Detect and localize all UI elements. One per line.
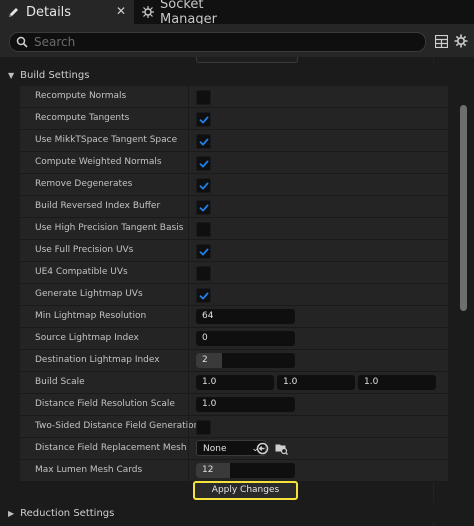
tab-bar: Details ✕ Socket Manager (0, 0, 474, 27)
checkmark-icon (199, 116, 208, 123)
row-label: Compute Weighted Normals (35, 157, 162, 167)
use-mikktspace-checkbox[interactable] (196, 134, 211, 149)
row-use-full-precision-uvs: Use Full Precision UVs (20, 240, 448, 262)
row-label: Recompute Normals (35, 91, 127, 101)
tab-socket-manager[interactable]: Socket Manager (134, 0, 264, 27)
checkmark-icon (199, 204, 208, 211)
two-sided-distance-field-checkbox[interactable] (196, 420, 211, 435)
previous-property-stub (196, 57, 298, 63)
row-label: Two-Sided Distance Field Generation (35, 421, 200, 431)
row-max-lumen-mesh-cards: Max Lumen Mesh Cards 12 (20, 460, 448, 482)
checkmark-icon (199, 248, 208, 255)
checkmark-icon (199, 182, 208, 189)
reduction-settings-title: Reduction Settings (20, 507, 115, 519)
build-settings-header[interactable]: ▼ Build Settings (0, 65, 454, 85)
compute-weighted-normals-checkbox[interactable] (196, 156, 211, 171)
checkmark-icon (199, 138, 208, 145)
row-remove-degenerates: Remove Degenerates (20, 174, 448, 196)
row-recompute-normals: Recompute Normals (20, 86, 448, 108)
row-distance-field-resolution-scale: Distance Field Resolution Scale 1.0 (20, 394, 448, 416)
row-destination-lightmap-index: Destination Lightmap Index 2 (20, 350, 448, 372)
socket-icon (142, 6, 154, 18)
build-scale-y-field[interactable]: 1.0 (277, 375, 355, 390)
gear-icon[interactable] (454, 34, 468, 48)
row-use-mikktspace: Use MikkTSpace Tangent Space (20, 130, 448, 152)
build-scale-x-field[interactable]: 1.0 (196, 375, 274, 390)
tab-socket-manager-label: Socket Manager (160, 0, 217, 27)
details-panel: ▼ Build Settings Recompute Normals Recom… (0, 57, 474, 526)
row-source-lightmap-index: Source Lightmap Index 0 (20, 328, 448, 350)
row-label: Max Lumen Mesh Cards (35, 465, 143, 475)
source-lightmap-index-field[interactable]: 0 (196, 331, 295, 346)
scrollbar-thumb[interactable] (460, 105, 467, 311)
use-full-precision-uvs-checkbox[interactable] (196, 244, 211, 259)
caret-down-icon: ▼ (8, 70, 15, 80)
remove-degenerates-checkbox[interactable] (196, 178, 211, 193)
row-label: Min Lightmap Resolution (35, 311, 147, 321)
row-label: Use High Precision Tangent Basis (35, 223, 184, 233)
search-input[interactable] (34, 35, 394, 49)
row-label: Remove Degenerates (35, 179, 133, 189)
build-reversed-index-buffer-checkbox[interactable] (196, 200, 211, 215)
tab-details-label: Details (26, 4, 72, 20)
row-label: UE4 Compatible UVs (35, 267, 128, 277)
field-fill-indicator (196, 353, 222, 368)
pencil-icon (8, 6, 20, 18)
reduction-settings-header[interactable]: ▶ Reduction Settings (0, 503, 454, 523)
row-min-lightmap-resolution: Min Lightmap Resolution 64 (20, 306, 448, 328)
row-label: Build Reversed Index Buffer (35, 201, 161, 211)
row-label: Source Lightmap Index (35, 333, 139, 343)
recompute-tangents-checkbox[interactable] (196, 112, 211, 127)
row-label: Generate Lightmap UVs (35, 289, 143, 299)
row-distance-field-replacement-mesh: Distance Field Replacement Mesh None ⌄ (20, 438, 448, 460)
generate-lightmap-uvs-checkbox[interactable] (196, 288, 211, 303)
row-build-reversed-index-buffer: Build Reversed Index Buffer (20, 196, 448, 218)
row-two-sided-distance-field: Two-Sided Distance Field Generation (20, 416, 448, 438)
table-icon[interactable] (434, 34, 448, 48)
row-compute-weighted-normals: Compute Weighted Normals (20, 152, 448, 174)
row-label: Use MikkTSpace Tangent Space (35, 135, 178, 145)
max-lumen-mesh-cards-field[interactable]: 12 (196, 463, 295, 478)
apply-changes-button[interactable]: Apply Changes (193, 481, 298, 500)
row-label: Destination Lightmap Index (35, 355, 160, 365)
row-generate-lightmap-uvs: Generate Lightmap UVs (20, 284, 448, 306)
checkmark-icon (199, 292, 208, 299)
arrow-left-circle-icon[interactable] (255, 441, 269, 455)
row-build-scale: Build Scale 1.0 1.0 1.0 (20, 372, 448, 394)
use-high-precision-tangent-checkbox[interactable] (196, 222, 211, 237)
details-toolbar (0, 24, 474, 57)
caret-right-icon: ▶ (8, 508, 15, 518)
min-lightmap-resolution-field[interactable]: 64 (196, 309, 295, 324)
close-icon[interactable]: ✕ (116, 4, 126, 18)
row-label: Recompute Tangents (35, 113, 130, 123)
ue4-compatible-uvs-checkbox[interactable] (196, 266, 211, 281)
distance-field-resolution-scale-field[interactable]: 1.0 (196, 397, 295, 412)
row-ue4-compatible-uvs: UE4 Compatible UVs (20, 262, 448, 284)
search-icon (16, 36, 28, 48)
folder-search-icon[interactable] (274, 441, 288, 455)
destination-lightmap-index-field[interactable]: 2 (196, 353, 295, 368)
row-label: Use Full Precision UVs (35, 245, 134, 255)
build-scale-z-field[interactable]: 1.0 (358, 375, 436, 390)
row-use-high-precision-tangent: Use High Precision Tangent Basis (20, 218, 448, 240)
row-label: Distance Field Replacement Mesh (35, 443, 187, 453)
search-box[interactable] (9, 32, 426, 52)
tab-details[interactable]: Details ✕ (0, 0, 134, 24)
row-label: Distance Field Resolution Scale (35, 399, 175, 409)
recompute-normals-checkbox[interactable] (196, 90, 211, 105)
row-recompute-tangents: Recompute Tangents (20, 108, 448, 130)
row-label: Build Scale (35, 377, 85, 387)
build-settings-title: Build Settings (20, 69, 90, 81)
checkmark-icon (199, 160, 208, 167)
